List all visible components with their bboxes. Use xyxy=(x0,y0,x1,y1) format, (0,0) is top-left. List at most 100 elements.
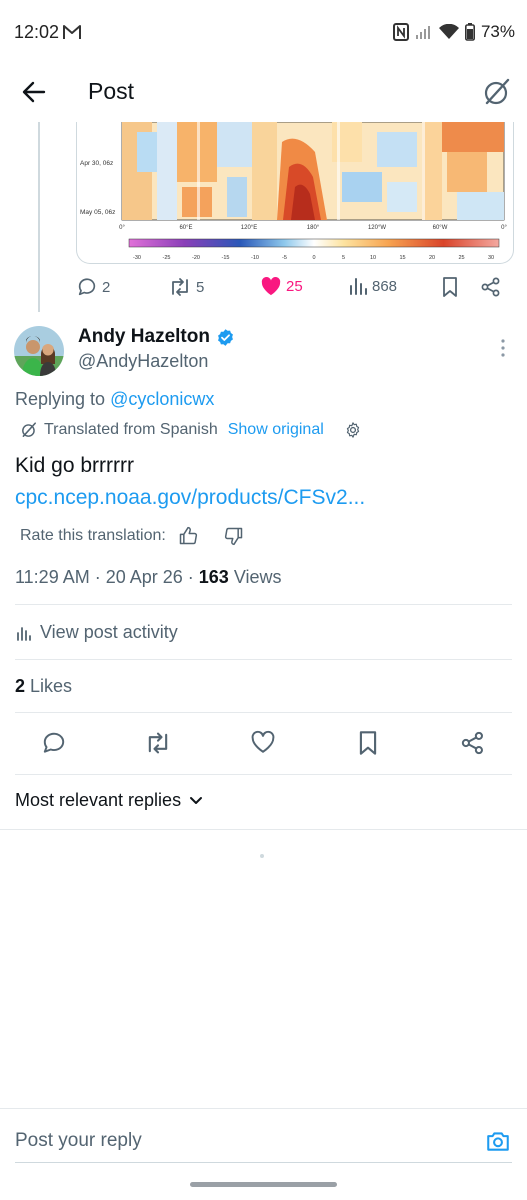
page-title: Post xyxy=(88,78,135,104)
reply-composer: Post your reply xyxy=(0,1110,527,1166)
signal-icon xyxy=(415,24,433,40)
bookmark-icon xyxy=(359,731,377,755)
camera-icon xyxy=(487,1132,509,1151)
like-count: 25 xyxy=(286,277,303,295)
x-tick-label: 120°E xyxy=(241,225,257,231)
share-icon xyxy=(461,731,483,755)
author-name-row[interactable]: Andy Hazelton xyxy=(78,326,235,348)
colorbar-tick-label: 0 xyxy=(312,255,315,261)
colorbar-tick-label: -20 xyxy=(192,255,200,261)
x-tick-label: 60°W xyxy=(433,225,448,231)
status-time: 12:02 xyxy=(14,22,60,42)
colorbar-tick-label: 20 xyxy=(429,255,435,261)
rate-translation: Rate this translation: xyxy=(20,526,244,546)
view-post-activity-button[interactable]: View post activity xyxy=(16,622,178,643)
parent-repost-button[interactable]: 5 xyxy=(168,276,204,298)
x-tick-label: 120°W xyxy=(368,225,386,231)
colorbar-tick-label: -25 xyxy=(163,255,171,261)
wifi-icon xyxy=(438,24,459,40)
views-chart-icon xyxy=(350,278,367,295)
colorbar xyxy=(128,238,500,248)
post-actions xyxy=(0,726,527,760)
bookmark-button[interactable] xyxy=(356,730,382,756)
heart-filled-icon xyxy=(261,276,281,296)
settings-gear-icon[interactable] xyxy=(344,421,362,439)
author-name: Andy Hazelton xyxy=(78,326,210,347)
reply-input-underline xyxy=(15,1162,512,1163)
avatar[interactable] xyxy=(14,326,64,376)
like-button[interactable] xyxy=(250,730,276,756)
x-tick-label: 60°E xyxy=(179,225,192,231)
home-indicator[interactable] xyxy=(190,1182,337,1187)
parent-share-button[interactable] xyxy=(480,276,502,298)
colorbar-tick-label: 10 xyxy=(370,255,376,261)
camera-button[interactable] xyxy=(485,1128,511,1154)
divider xyxy=(15,604,512,605)
share-icon xyxy=(481,277,500,297)
repost-count: 5 xyxy=(196,278,205,296)
reply-button[interactable] xyxy=(41,730,67,756)
parent-views-button[interactable]: 868 xyxy=(348,276,397,296)
gmail-icon xyxy=(62,24,82,45)
app-header: Post xyxy=(0,62,527,122)
reply-icon xyxy=(43,732,65,753)
grok-icon xyxy=(484,78,510,105)
verified-badge-icon xyxy=(218,328,233,346)
nfc-icon xyxy=(392,23,409,41)
divider xyxy=(15,712,512,713)
colorbar-tick-label: 5 xyxy=(342,255,345,261)
parent-bookmark-button[interactable] xyxy=(440,276,460,298)
colorbar-tick-label: 15 xyxy=(399,255,405,261)
reply-input[interactable]: Post your reply xyxy=(15,1130,142,1152)
profile-photo-image xyxy=(14,326,64,376)
thumbs-up-icon[interactable] xyxy=(178,526,198,546)
share-button[interactable] xyxy=(460,730,486,756)
y-tick-label: May 05, 06z xyxy=(80,209,115,216)
post-timestamp: 11:29 AM · 20 Apr 26 · xyxy=(15,567,199,587)
status-bar: 12:02 73% xyxy=(0,0,527,62)
likes-label: Likes xyxy=(25,676,73,696)
views-count: 868 xyxy=(372,277,398,295)
post-text: Kid go brrrrrr xyxy=(15,454,135,477)
battery-icon xyxy=(464,23,475,41)
colorbar-tick-label: -15 xyxy=(222,255,230,261)
repost-icon xyxy=(148,732,168,754)
thumbs-down-icon[interactable] xyxy=(224,526,244,546)
replies-sort-dropdown[interactable]: Most relevant replies xyxy=(15,790,203,811)
likes-count: 2 xyxy=(15,676,26,696)
loading-indicator xyxy=(260,854,264,858)
show-original-link[interactable]: Show original xyxy=(228,421,324,439)
post-link[interactable]: cpc.ncep.noaa.gov/products/CFSv2... xyxy=(15,486,365,510)
hovmoller-chart-image: Apr 30, 06z May 05, 06z 0° 60°E 120°E 18… xyxy=(80,122,507,261)
chevron-down-icon xyxy=(190,796,203,804)
parent-post-media[interactable]: Apr 30, 06z May 05, 06z 0° 60°E 120°E 18… xyxy=(76,122,514,264)
y-tick-label: Apr 30, 06z xyxy=(80,160,113,167)
likes-summary[interactable]: 2 Likes xyxy=(15,676,72,697)
heart-icon xyxy=(251,730,275,753)
battery-percent: 73% xyxy=(480,22,515,41)
colorbar-tick-label: -5 xyxy=(282,255,287,261)
colorbar-tick-label: -30 xyxy=(133,255,141,261)
parent-like-button[interactable]: 25 xyxy=(260,276,303,296)
back-button[interactable] xyxy=(18,76,50,108)
parent-reply-button[interactable]: 2 xyxy=(76,276,110,298)
repost-button[interactable] xyxy=(144,730,170,756)
arrow-left-icon xyxy=(22,81,46,103)
colorbar-tick-label: 25 xyxy=(458,255,464,261)
author-handle[interactable]: @AndyHazelton xyxy=(78,351,208,372)
bookmark-icon xyxy=(443,277,457,297)
more-vertical-icon xyxy=(501,339,505,357)
grok-button[interactable] xyxy=(481,76,513,108)
grok-icon xyxy=(22,422,36,437)
more-options-button[interactable] xyxy=(499,338,507,358)
x-tick-label: 0° xyxy=(119,225,125,231)
replying-to: Replying to @cyclonicwx xyxy=(15,389,214,410)
reply-count: 2 xyxy=(102,278,111,296)
divider xyxy=(15,774,512,775)
colorbar-tick-label: -10 xyxy=(251,255,259,261)
reply-icon xyxy=(78,278,96,296)
translation-notice: Translated from Spanish Show original xyxy=(20,421,362,439)
activity-label: View post activity xyxy=(40,622,178,642)
post-views-count: 163 xyxy=(198,567,229,587)
replying-mention-link[interactable]: @cyclonicwx xyxy=(110,389,214,409)
